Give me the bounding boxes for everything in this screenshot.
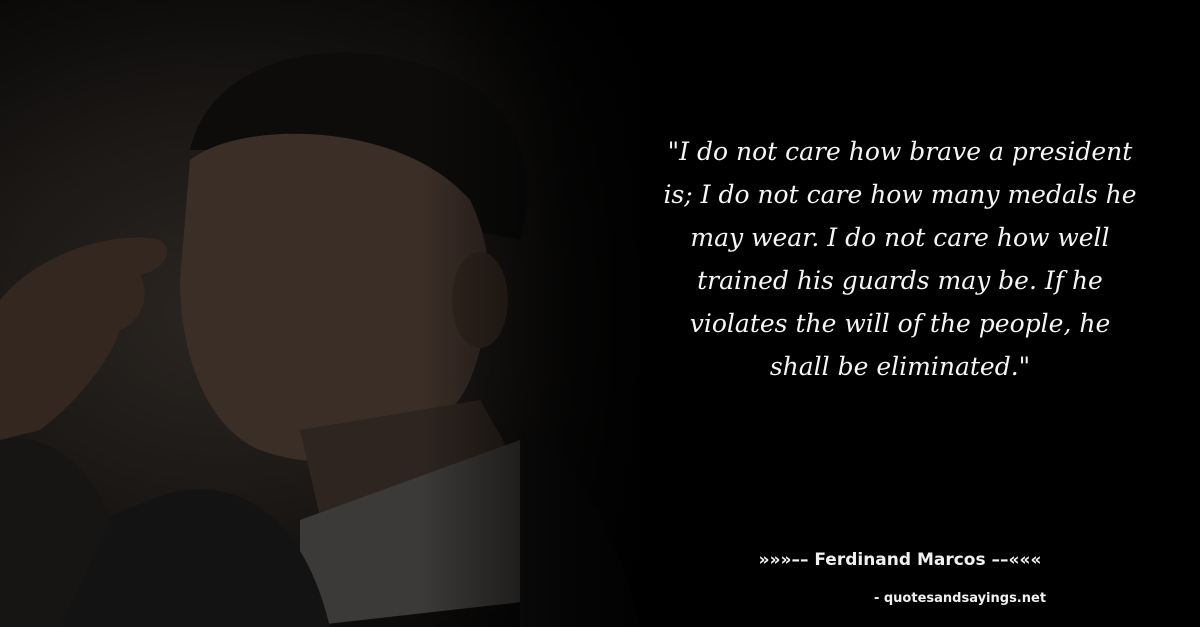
source-line: - quotesandsayings.net	[873, 591, 1047, 606]
quote-text: "I do not care how brave a president is;…	[663, 137, 1137, 381]
author-line: »»»–– Ferdinand Marcos ––«««	[758, 550, 1042, 570]
